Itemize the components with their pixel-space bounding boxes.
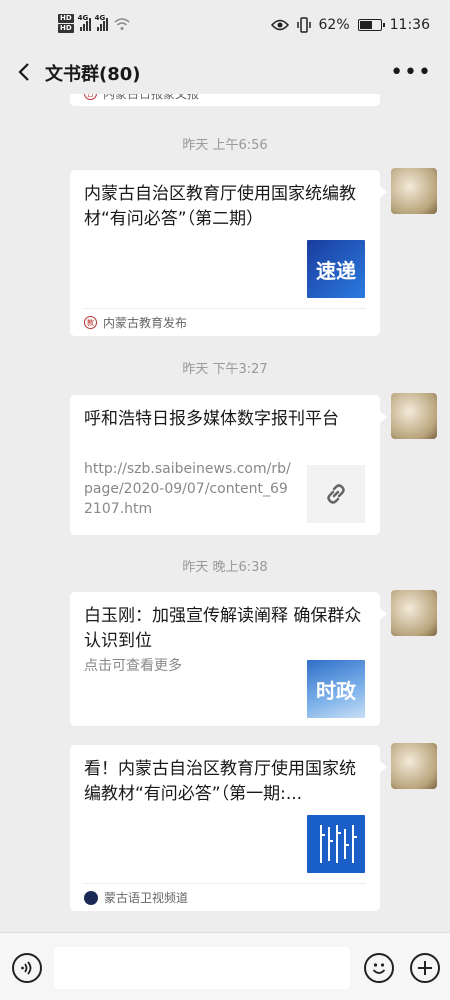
source-logo-icon: 日 [84, 94, 97, 100]
voice-icon [21, 961, 32, 975]
signal-icon: 4G [94, 13, 108, 31]
source-name: 蒙古语卫视频道 [104, 891, 189, 905]
plus-icon [418, 961, 432, 975]
message-list[interactable]: 日 内蒙古日报蒙文报 昨天 上午6:56 内蒙古自治区教育厅使用国家统编教材“有… [0, 94, 450, 932]
avatar[interactable] [391, 590, 437, 636]
avatar[interactable] [391, 393, 437, 439]
hd-indicators: HD HD [58, 14, 74, 33]
thumbnail-text: 时政 [316, 678, 356, 703]
hd-badge: HD [58, 14, 74, 23]
status-right: 62% 11:36 [270, 17, 430, 33]
message-input[interactable] [54, 947, 350, 989]
card-title: 白玉刚：加强宣传解读阐释 确保群众认识到位 [84, 606, 362, 651]
add-button[interactable] [410, 953, 440, 983]
mongolian-script-icon [320, 825, 357, 863]
card-title: 看！内蒙古自治区教育厅使用国家统编教材“有问必答”（第一期:... [84, 759, 356, 804]
emoji-button[interactable] [364, 953, 394, 983]
message-card-partial[interactable]: 日 内蒙古日报蒙文报 [70, 94, 380, 106]
message-card[interactable]: 看！内蒙古自治区教育厅使用国家统编教材“有问必答”（第一期:... 蒙古语卫视频… [70, 745, 387, 911]
smiley-icon [372, 963, 386, 974]
battery-icon [357, 19, 385, 31]
voice-input-button[interactable] [12, 953, 42, 983]
hd-badge: HD [58, 24, 74, 33]
network-type: 4G [77, 13, 89, 22]
chat-header: 文书群(80) ••• [0, 52, 450, 94]
source-logo-icon [84, 890, 98, 905]
source-logo-icon: 教 [84, 316, 97, 329]
more-menu-button[interactable]: ••• [390, 60, 432, 85]
message-card[interactable]: 内蒙古自治区教育厅使用国家统编教材“有问必答”（第二期） 速递 教 内蒙古教育发… [70, 170, 387, 336]
card-title: 呼和浩特日报多媒体数字报刊平台 [84, 409, 339, 429]
network-type: 4G [94, 13, 106, 22]
card-thumbnail [307, 815, 365, 873]
page-title: 文书群(80) [45, 64, 141, 85]
card-footer: 教 内蒙古教育发布 [84, 308, 366, 336]
timestamp: 昨天 晚上6:38 [182, 560, 268, 575]
clock: 11:36 [389, 17, 430, 33]
timestamp: 昨天 下午3:27 [182, 362, 268, 377]
status-left: HD HD 4G 4G [58, 14, 130, 33]
card-title: 内蒙古自治区教育厅使用国家统编教材“有问必答”（第二期） [84, 184, 356, 229]
chevron-left-icon[interactable] [14, 60, 34, 84]
source-name: 内蒙古日报蒙文报 [103, 94, 200, 101]
eye-icon [270, 19, 289, 31]
card-footer: 蒙古语卫视频道 [84, 883, 366, 911]
message-card[interactable]: 白玉刚：加强宣传解读阐释 确保群众认识到位 点击可查看更多 时政 [70, 592, 387, 726]
vibrate-icon [296, 17, 311, 33]
wifi-icon [114, 17, 130, 30]
avatar[interactable] [391, 168, 437, 214]
card-thumbnail: 时政 [307, 660, 365, 718]
link-icon [307, 465, 365, 523]
card-description: 点击可查看更多 [84, 658, 182, 674]
message-card[interactable]: 呼和浩特日报多媒体数字报刊平台 http://szb.saibeinews.co… [70, 395, 387, 535]
avatar[interactable] [391, 743, 437, 789]
card-footer: 日 内蒙古日报蒙文报 [84, 94, 366, 106]
card-thumbnail: 速递 [307, 240, 365, 298]
thumbnail-text: 速递 [316, 258, 356, 283]
source-name: 内蒙古教育发布 [103, 316, 188, 330]
card-url: http://szb.saibeinews.com/rb/page/2020-0… [84, 461, 291, 517]
timestamp: 昨天 上午6:56 [182, 138, 268, 153]
input-toolbar [0, 932, 450, 1000]
status-bar: HD HD 4G 4G 62% 11:36 [0, 0, 450, 52]
battery-percent: 62% [318, 17, 350, 33]
signal-icon: 4G [77, 13, 91, 31]
